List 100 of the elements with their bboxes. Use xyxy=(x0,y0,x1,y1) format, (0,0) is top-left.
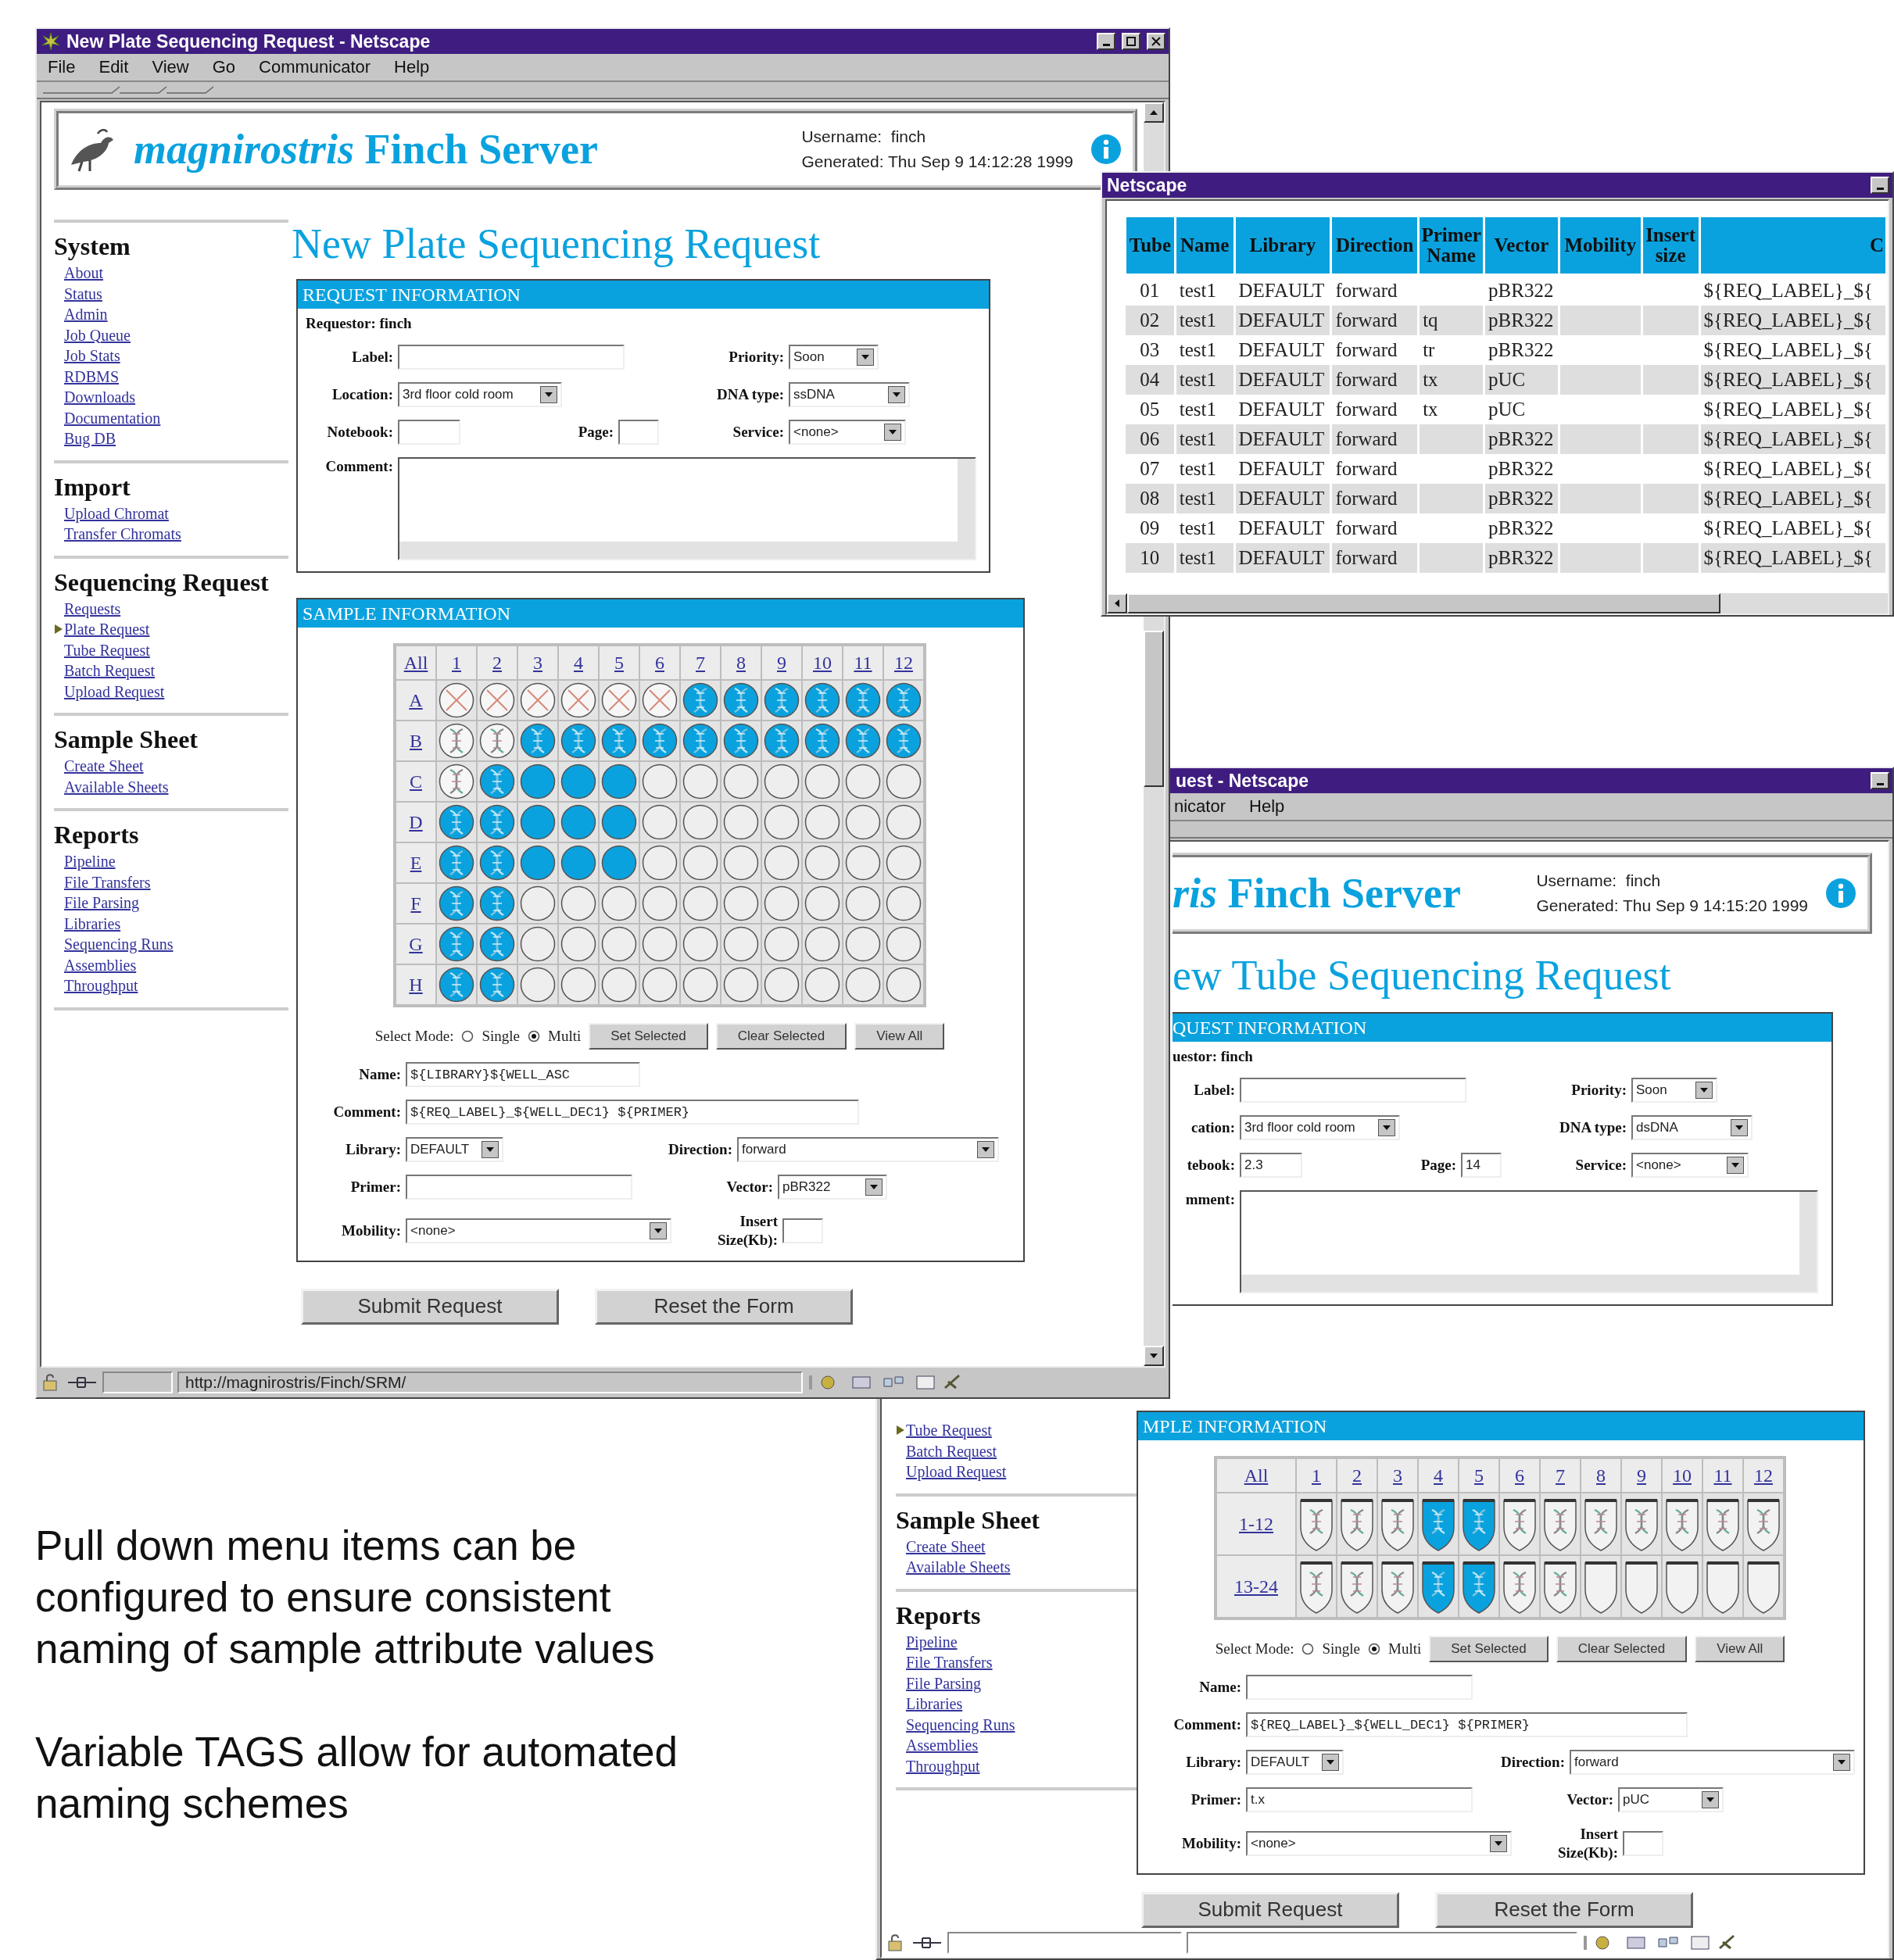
plate-well[interactable] xyxy=(845,682,881,718)
plate-well[interactable] xyxy=(764,804,800,840)
plate-well[interactable] xyxy=(439,926,474,962)
sidebar-link[interactable]: File Transfers xyxy=(906,1652,993,1673)
plate-well[interactable] xyxy=(764,723,800,759)
plate-well[interactable] xyxy=(642,926,678,962)
plate-well[interactable] xyxy=(479,804,515,840)
plate-well[interactable] xyxy=(439,967,474,1003)
plate-well[interactable] xyxy=(804,723,840,759)
column-link[interactable]: 2 xyxy=(1352,1465,1362,1486)
scrollbar-thumb[interactable] xyxy=(1127,593,1721,613)
menu-item[interactable]: Help xyxy=(1249,796,1285,817)
column-link[interactable]: 1 xyxy=(452,652,461,674)
info-icon[interactable] xyxy=(1825,878,1856,909)
plate-well[interactable] xyxy=(560,682,596,718)
row-link[interactable]: C xyxy=(410,771,422,792)
sidebar-link[interactable]: Assemblies xyxy=(906,1735,979,1756)
plate-well[interactable] xyxy=(723,682,759,718)
text-field[interactable] xyxy=(398,420,460,445)
plate-well[interactable] xyxy=(439,804,474,840)
plate-well[interactable] xyxy=(682,885,718,921)
plate-well[interactable] xyxy=(886,885,922,921)
dropdown[interactable]: pUC xyxy=(1618,1787,1724,1812)
dropdown[interactable]: Soon xyxy=(789,345,879,370)
radio-button[interactable] xyxy=(1301,1643,1315,1655)
plate-well[interactable] xyxy=(439,885,474,921)
sidebar-link[interactable]: Sequencing Runs xyxy=(64,934,174,955)
plate-well[interactable] xyxy=(682,967,718,1003)
sidebar-link[interactable]: Libraries xyxy=(906,1694,963,1715)
plate-well[interactable] xyxy=(560,804,596,840)
dropdown[interactable]: ssDNA xyxy=(789,382,910,407)
plate-well[interactable] xyxy=(804,845,840,881)
sidebar-link[interactable]: About xyxy=(64,263,103,284)
sidebar-link[interactable]: RDBMS xyxy=(64,366,120,387)
scroll-left-button[interactable] xyxy=(1107,593,1127,613)
scrollbar-thumb[interactable] xyxy=(1144,631,1164,787)
plate-well[interactable] xyxy=(642,967,678,1003)
sidebar-link[interactable]: Throughput xyxy=(64,975,138,996)
plate-well[interactable] xyxy=(723,845,759,881)
plate-well[interactable] xyxy=(479,723,515,759)
column-link[interactable]: 8 xyxy=(1596,1465,1606,1486)
plate-well[interactable] xyxy=(520,723,556,759)
column-link[interactable]: 6 xyxy=(655,652,664,674)
dropdown[interactable]: forward xyxy=(1570,1750,1855,1775)
column-link[interactable]: 5 xyxy=(1474,1465,1484,1486)
plate-well[interactable] xyxy=(520,764,556,799)
dropdown[interactable]: 3rd floor cold room xyxy=(398,382,562,407)
text-field[interactable] xyxy=(1240,1078,1466,1103)
plate-well[interactable] xyxy=(479,926,515,962)
column-link[interactable]: 3 xyxy=(1393,1465,1402,1486)
form-button[interactable]: Reset the Form xyxy=(1435,1891,1693,1928)
plate-well[interactable] xyxy=(520,967,556,1003)
column-link[interactable]: 9 xyxy=(1637,1465,1646,1486)
plate-well[interactable] xyxy=(479,764,515,799)
dropdown[interactable]: <none> xyxy=(1246,1830,1512,1856)
minimize-button[interactable] xyxy=(1871,177,1889,194)
action-button[interactable]: Set Selected xyxy=(1429,1636,1548,1662)
row-link[interactable]: 1-12 xyxy=(1239,1513,1273,1535)
text-field[interactable] xyxy=(398,345,625,370)
dropdown[interactable]: dsDNA xyxy=(1631,1115,1753,1140)
plate-well[interactable] xyxy=(723,804,759,840)
plate-well[interactable] xyxy=(845,723,881,759)
text-field[interactable]: 2.3 xyxy=(1240,1153,1302,1178)
info-icon[interactable] xyxy=(1090,134,1122,165)
dropdown[interactable]: <none> xyxy=(789,420,906,445)
radio-button[interactable] xyxy=(1368,1643,1380,1655)
plate-well[interactable] xyxy=(886,804,922,840)
plate-well[interactable] xyxy=(601,723,637,759)
sidebar-link[interactable]: Create Sheet xyxy=(906,1536,986,1557)
plate-well[interactable] xyxy=(642,804,678,840)
plate-well[interactable] xyxy=(601,845,637,881)
plate-well[interactable] xyxy=(642,885,678,921)
sidebar-link[interactable]: Transfer Chromats xyxy=(64,524,181,545)
column-link[interactable]: 8 xyxy=(736,652,746,674)
plate-well[interactable] xyxy=(845,764,881,799)
plate-well[interactable] xyxy=(682,723,718,759)
row-link[interactable]: F xyxy=(410,892,421,914)
form-button[interactable]: Submit Request xyxy=(301,1288,559,1325)
action-button[interactable]: View All xyxy=(1695,1636,1785,1662)
action-button[interactable]: View All xyxy=(854,1023,945,1050)
plate-well[interactable] xyxy=(886,967,922,1003)
plate-well[interactable] xyxy=(764,845,800,881)
text-field[interactable]: ${LIBRARY}${WELL_ASC xyxy=(406,1062,640,1087)
plate-well[interactable] xyxy=(804,682,840,718)
sidebar-link[interactable]: Tube Request xyxy=(64,639,150,660)
plate-well[interactable] xyxy=(845,885,881,921)
sidebar-link[interactable]: Batch Request xyxy=(64,660,156,681)
sidebar-link[interactable]: Libraries xyxy=(64,913,121,934)
sidebar-link[interactable]: Job Stats xyxy=(64,345,120,367)
plate-well[interactable] xyxy=(804,926,840,962)
menu-item[interactable]: File xyxy=(48,57,76,77)
plate-well[interactable] xyxy=(520,804,556,840)
text-field[interactable] xyxy=(618,420,659,445)
plate-well[interactable] xyxy=(479,885,515,921)
row-link[interactable]: B xyxy=(410,730,422,752)
plate-well[interactable] xyxy=(560,967,596,1003)
plate-well[interactable] xyxy=(560,926,596,962)
plate-well[interactable] xyxy=(764,682,800,718)
plate-well[interactable] xyxy=(804,764,840,799)
menu-item[interactable]: Communicator xyxy=(259,57,371,77)
